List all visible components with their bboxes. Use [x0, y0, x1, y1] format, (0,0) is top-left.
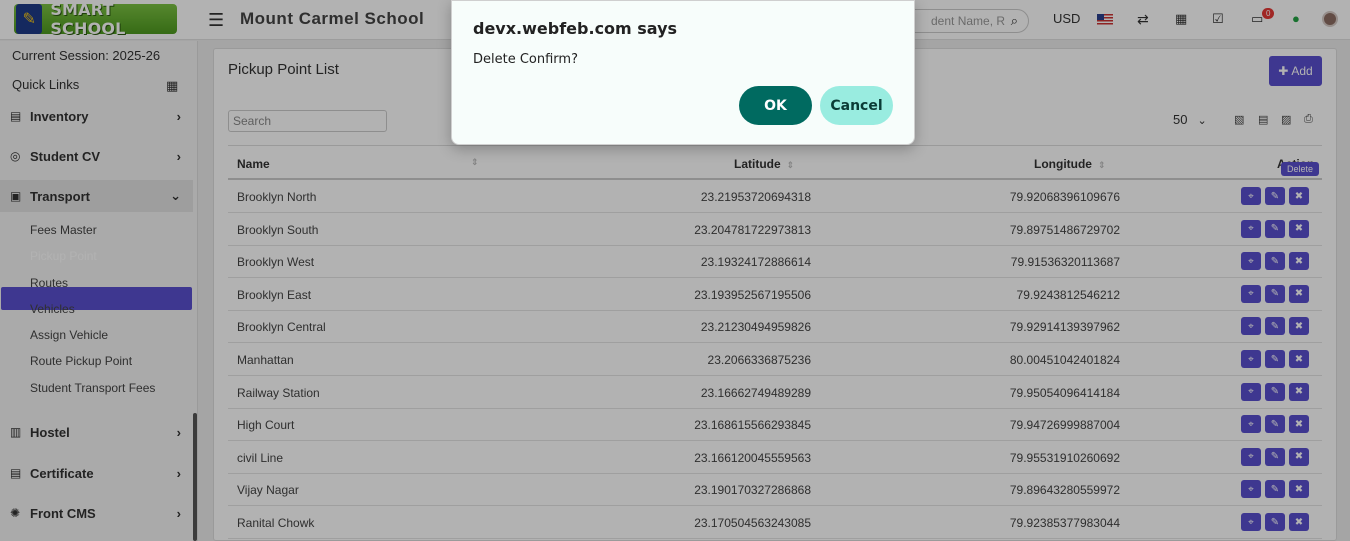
- ok-button[interactable]: OK: [739, 86, 812, 125]
- dialog-title: devx.webfeb.com says: [473, 19, 678, 38]
- confirm-dialog: devx.webfeb.com says Delete Confirm? OK …: [451, 0, 915, 145]
- cancel-button[interactable]: Cancel: [820, 86, 893, 125]
- dialog-message: Delete Confirm?: [473, 52, 578, 67]
